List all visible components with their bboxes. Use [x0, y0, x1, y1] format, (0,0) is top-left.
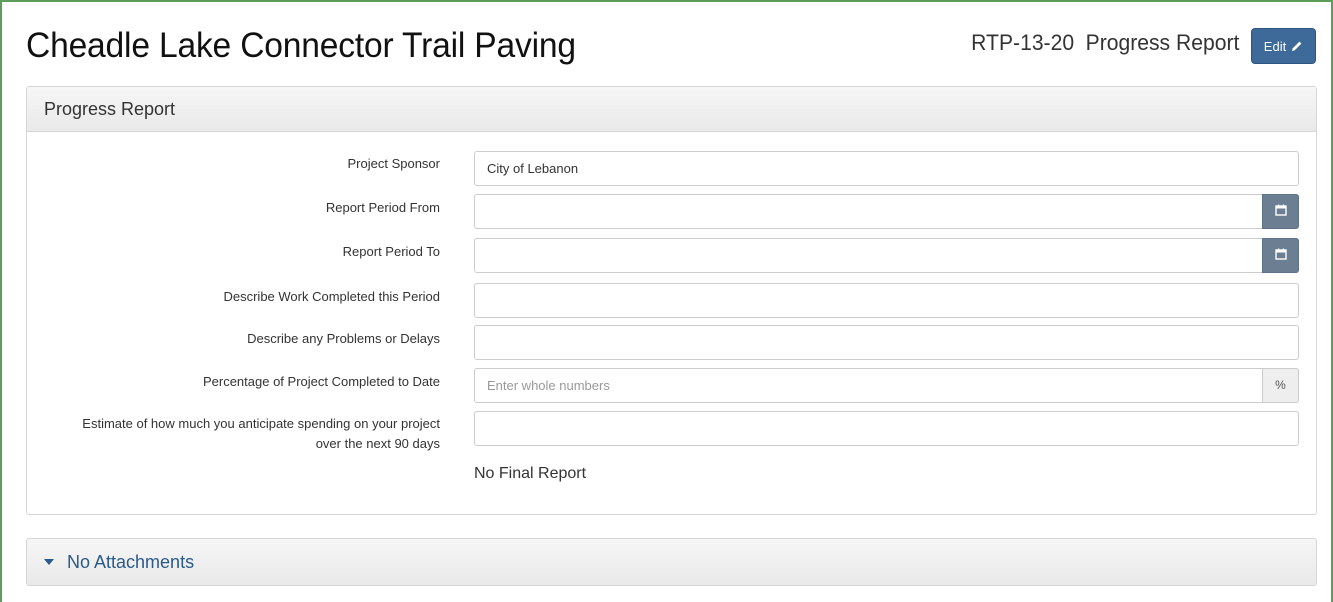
problems-delays-input[interactable]	[474, 325, 1299, 360]
attachments-label: No Attachments	[67, 551, 195, 572]
calendar-button[interactable]	[1262, 194, 1299, 229]
pencil-icon	[1291, 40, 1303, 52]
percent-complete-input[interactable]: Enter whole numbers %	[474, 368, 1299, 403]
edit-button-label: Edit	[1263, 38, 1287, 54]
calendar-icon	[1274, 195, 1287, 228]
field-label: Estimate of how much you anticipate spen…	[20, 414, 440, 454]
field-label: Report Period From	[325, 200, 440, 215]
report-type: Progress Report	[1085, 30, 1239, 55]
field-label: Project Sponsor	[347, 156, 441, 171]
edit-button[interactable]: Edit	[1251, 28, 1316, 64]
field-label: Percentage of Project Completed to Date	[202, 374, 440, 389]
panel-heading: Progress Report	[27, 87, 1316, 132]
field-label: Report Period To	[342, 244, 440, 259]
field-label-line2: over the next 90 days	[315, 436, 440, 451]
project-code: RTP-13-20	[970, 30, 1074, 55]
percent-complete-placeholder: Enter whole numbers	[487, 378, 610, 393]
calendar-button[interactable]	[1262, 238, 1299, 273]
field-label-line1: Estimate of how much you anticipate spen…	[82, 416, 440, 431]
report-period-from-input[interactable]	[474, 194, 1299, 229]
field-label: Describe Work Completed this Period	[223, 289, 440, 304]
spending-estimate-input[interactable]	[474, 411, 1299, 446]
progress-report-panel: Progress Report Project Sponsor City of …	[26, 86, 1317, 515]
report-header-info: RTP-13-20 Progress Report	[971, 30, 1239, 56]
calendar-icon	[1274, 239, 1287, 272]
report-period-to-input[interactable]	[474, 238, 1299, 273]
project-sponsor-input[interactable]: City of Lebanon	[474, 151, 1299, 186]
page-title: Cheadle Lake Connector Trail Paving	[26, 26, 576, 65]
final-report-status: No Final Report	[474, 465, 587, 482]
attachments-toggle[interactable]: No Attachments	[26, 538, 1317, 586]
field-label: Describe any Problems or Delays	[247, 331, 440, 346]
caret-down-icon	[43, 553, 55, 571]
percent-addon: %	[1262, 368, 1299, 403]
work-completed-input[interactable]	[474, 283, 1299, 318]
